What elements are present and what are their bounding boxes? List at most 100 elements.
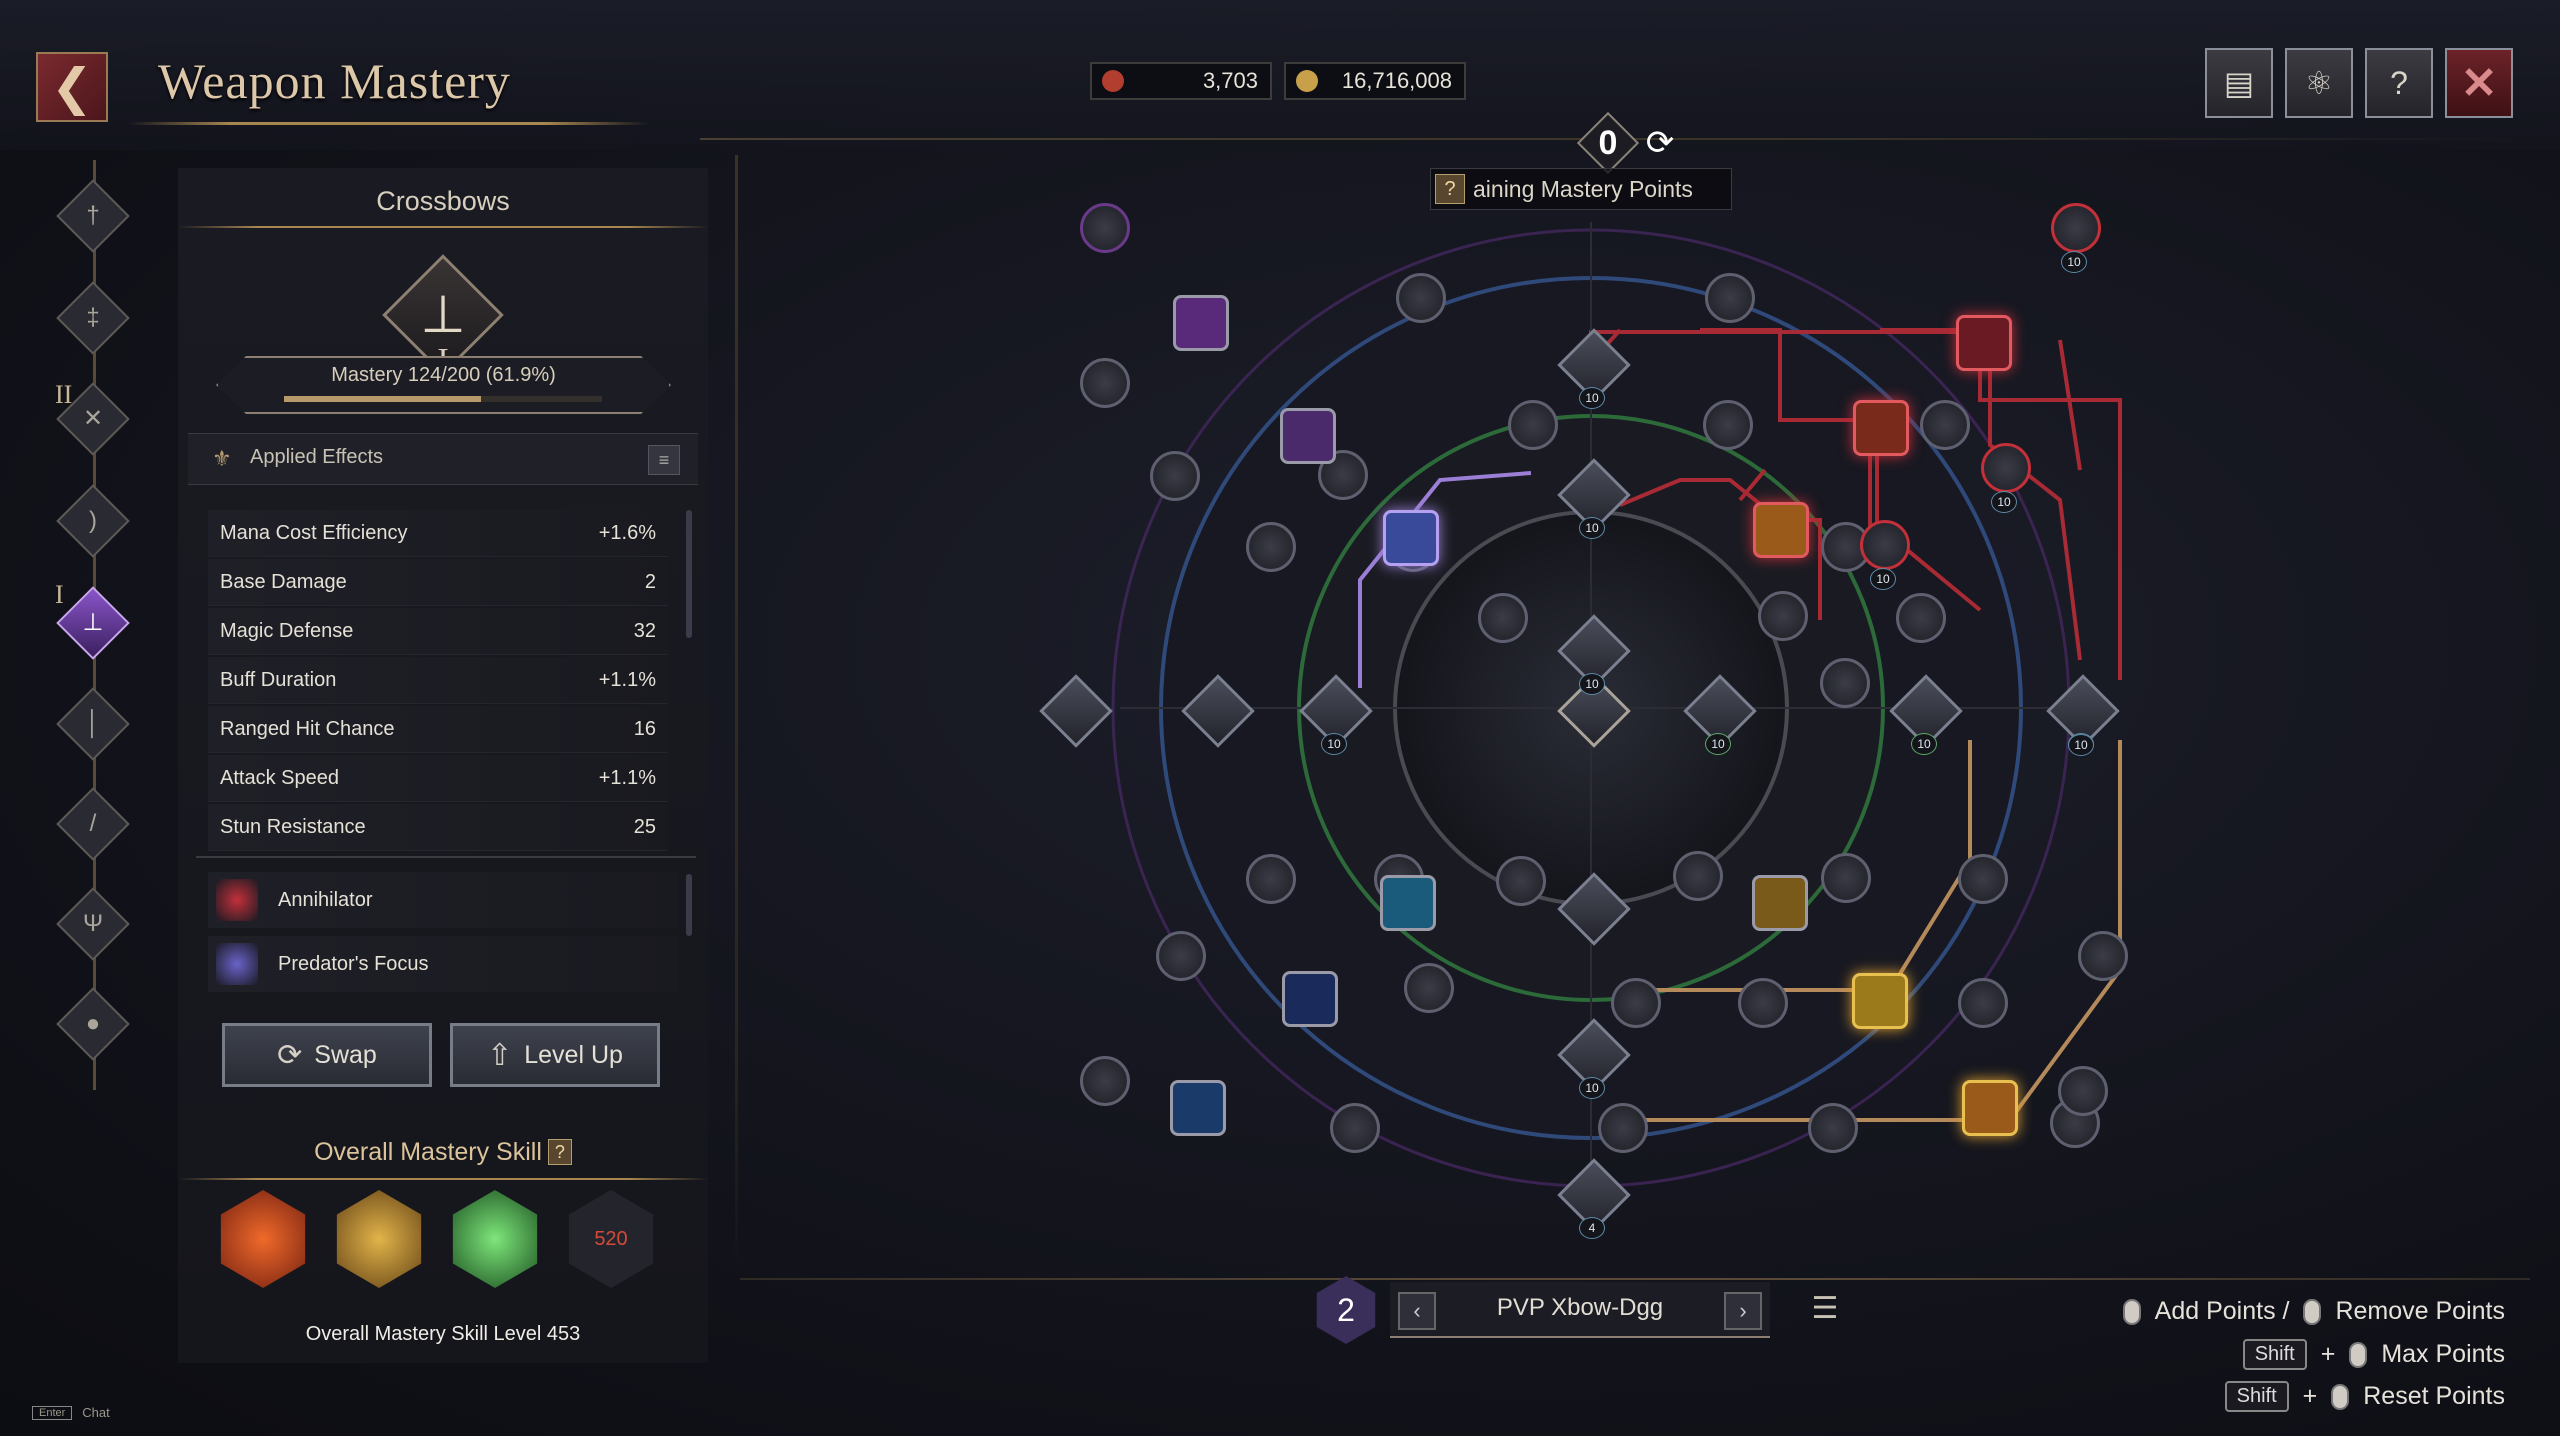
remaining-points-value: 0 [1598, 123, 1618, 162]
weapon-tab-orb-icon[interactable]: ● [56, 987, 130, 1061]
weapon-tab-sword-icon[interactable]: † [56, 179, 130, 253]
level-up-button[interactable]: ⇧ Level Up [450, 1023, 660, 1087]
mastery-node[interactable] [1958, 854, 2008, 904]
applied-skill-row[interactable]: Annihilator [208, 872, 678, 928]
hint-add-remove: Add Points / Remove Points [2122, 1297, 2505, 1326]
stat-value: 16 [633, 717, 656, 740]
stat-row: Attack Speed +1.1% [208, 755, 668, 802]
node-level-badge: 10 [1579, 1077, 1605, 1099]
altar-button[interactable]: ⚛ [2285, 48, 2353, 118]
blue-skill-node[interactable] [1170, 1080, 1226, 1136]
preset-settings-button[interactable]: ☰ [1800, 1286, 1850, 1330]
mastery-node[interactable] [1598, 1103, 1648, 1153]
mastery-node[interactable] [1611, 978, 1661, 1028]
skill-icon [216, 879, 258, 921]
refresh-icon[interactable]: ⟳ [1646, 123, 1675, 163]
stat-name: Attack Speed [220, 766, 339, 789]
weapon-tab-crossbow-icon[interactable]: ⊥ [56, 586, 130, 660]
purple-skill-node[interactable] [1280, 408, 1336, 464]
back-button[interactable]: ❮ [36, 52, 108, 122]
stat-name: Stun Resistance [220, 815, 366, 838]
skills-scrollbar[interactable] [686, 874, 692, 936]
mastery-node[interactable] [1508, 400, 1558, 450]
altar-icon: ⚛ [2304, 65, 2334, 101]
mastery-node[interactable] [1246, 854, 1296, 904]
weapon-tab-bow-icon[interactable]: ) [56, 484, 130, 558]
mastery-node[interactable] [1738, 978, 1788, 1028]
mastery-node[interactable] [1958, 978, 2008, 1028]
preset-number[interactable]: 2 [1316, 1276, 1376, 1344]
mouse-right-icon [2303, 1298, 2322, 1325]
mastery-node[interactable] [1820, 658, 1870, 708]
blue-skill-node[interactable] [1282, 971, 1338, 1027]
help-icon[interactable]: ? [547, 1139, 572, 1165]
red-skill-node[interactable] [1753, 502, 1809, 558]
gold-skill-node[interactable] [1852, 973, 1908, 1029]
weapon-tier-rail: † ‡ II ✕ ) I ⊥ │ / Ψ ● [55, 160, 135, 1090]
mastery-node[interactable] [1478, 593, 1528, 643]
mastery-node[interactable] [2058, 1066, 2108, 1116]
red-skill-node[interactable] [1853, 400, 1909, 456]
stats-scrollbar[interactable] [686, 510, 692, 638]
mastery-node[interactable] [1673, 851, 1723, 901]
locked-skill-level: 520 [594, 1227, 628, 1250]
red-skill-node[interactable] [1981, 443, 2031, 493]
mastery-book-button[interactable]: ▤ [2205, 48, 2273, 118]
mastery-node[interactable] [1920, 400, 1970, 450]
close-button[interactable]: ✕ [2445, 48, 2513, 118]
mastery-book-icon: ▤ [2223, 65, 2255, 101]
preset-next-button[interactable]: › [1724, 1292, 1762, 1330]
gold-skill-node[interactable] [1962, 1080, 2018, 1136]
help-icon[interactable]: ? [1435, 174, 1465, 204]
red-skill-node[interactable] [1956, 315, 2012, 371]
mastery-node[interactable] [1496, 856, 1546, 906]
predator-focus-node[interactable] [1383, 510, 1439, 566]
mastery-node[interactable] [1808, 1103, 1858, 1153]
mastery-node[interactable] [1080, 358, 1130, 408]
applied-skill-row[interactable]: Predator's Focus [208, 936, 678, 992]
red-skill-node[interactable] [1860, 520, 1910, 570]
weapon-tab-greatsword-icon[interactable]: ‡ [56, 281, 130, 355]
skill-icon [216, 943, 258, 985]
mastery-node[interactable] [1703, 400, 1753, 450]
stat-name: Base Damage [220, 570, 347, 593]
purple-skill-node[interactable] [1173, 295, 1229, 351]
annihilator-node[interactable] [2051, 203, 2101, 253]
weapon-tab-spear-icon[interactable]: Ψ [56, 887, 130, 961]
mastery-node[interactable] [1896, 593, 1946, 643]
swap-button[interactable]: ⟳ Swap [222, 1023, 432, 1087]
mastery-node[interactable] [1150, 451, 1200, 501]
mastery-node[interactable] [1821, 853, 1871, 903]
weapon-tab-staff-icon[interactable]: │ [56, 687, 130, 761]
mastery-node[interactable] [2078, 931, 2128, 981]
node-level-badge: 4 [1579, 1217, 1605, 1239]
flame-slash-icon[interactable] [220, 1190, 306, 1288]
chevron-left-icon: ‹ [1413, 1298, 1421, 1323]
mastery-node[interactable] [1330, 1103, 1380, 1153]
mastery-node[interactable] [1758, 591, 1808, 641]
gold-skill-node[interactable] [1752, 875, 1808, 931]
stat-row: Buff Duration +1.1% [208, 657, 668, 704]
blue-skill-node[interactable] [1380, 875, 1436, 931]
crossed-blades-icon[interactable] [336, 1190, 422, 1288]
applied-effects-label: Applied Effects [250, 446, 384, 468]
weapon-tab-wand-icon[interactable]: / [56, 787, 130, 861]
aura-figure-icon[interactable] [452, 1190, 538, 1288]
preset-prev-button[interactable]: ‹ [1398, 1292, 1436, 1330]
stat-row: Stun Resistance 25 [208, 804, 668, 851]
help-button[interactable]: ? [2365, 48, 2433, 118]
effects-list-button[interactable]: ≡ [648, 445, 680, 475]
mastery-node[interactable] [1246, 522, 1296, 572]
stat-row: Magic Defense 32 [208, 608, 668, 655]
locked-purple-node[interactable] [1080, 203, 1130, 253]
mastery-node[interactable] [1705, 273, 1755, 323]
mastery-node[interactable] [1156, 931, 1206, 981]
stat-row: Ranged Hit Chance 16 [208, 706, 668, 753]
preset-selector: 2 PVP Xbow-Dgg ‹ › ☰ [1312, 1270, 1852, 1350]
mastery-node[interactable] [1080, 1056, 1130, 1106]
mastery-node[interactable] [1404, 963, 1454, 1013]
hint-reset-points: Shift + Reset Points [2224, 1381, 2505, 1412]
stat-row: Base Damage 2 [208, 559, 668, 606]
mastery-node[interactable] [1396, 273, 1446, 323]
stat-value: 2 [644, 570, 656, 593]
